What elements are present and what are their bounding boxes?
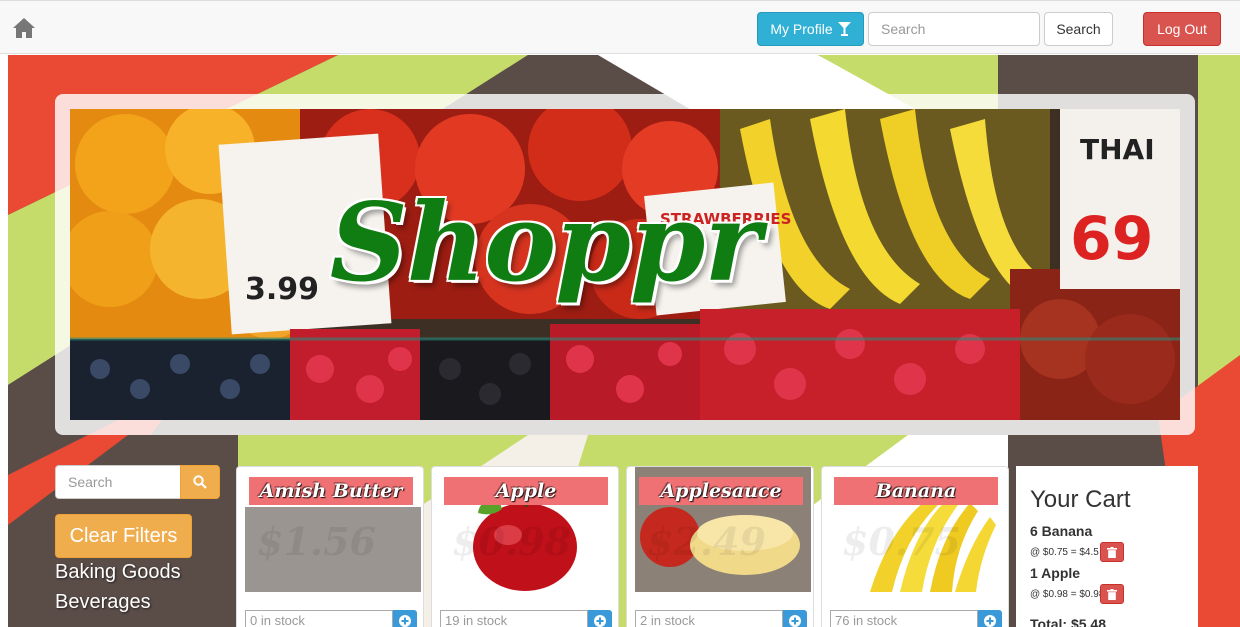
product-name: Banana: [834, 477, 998, 505]
cart-total: Total: $5.48: [1030, 616, 1106, 627]
add-to-cart-button[interactable]: [393, 610, 417, 627]
cart-item-label: 6 Banana: [1030, 523, 1093, 539]
category-baking-goods[interactable]: Baking Goods: [55, 561, 181, 584]
remove-item-button[interactable]: [1100, 584, 1124, 604]
cart-title: Your Cart: [1030, 486, 1131, 513]
stock-count: 2 in stock: [635, 610, 783, 627]
home-icon[interactable]: [12, 17, 36, 39]
logout-button[interactable]: Log Out: [1143, 12, 1221, 46]
product-name: Applesauce: [639, 477, 803, 505]
remove-item-button[interactable]: [1100, 542, 1124, 562]
nav-search-input[interactable]: [868, 12, 1040, 46]
product-price: $1.56: [257, 519, 376, 564]
stock-count: 76 in stock: [830, 610, 978, 627]
product-price: $2.49: [647, 519, 766, 564]
filter-search-button[interactable]: [180, 465, 220, 499]
svg-text:69: 69: [1070, 204, 1154, 274]
nav-search-button[interactable]: Search: [1044, 12, 1113, 46]
hero-title: Shoppr: [329, 180, 761, 306]
clear-filters-label: Clear Filters: [69, 524, 178, 547]
filter-search-input[interactable]: [55, 465, 181, 499]
plus-circle-icon: [789, 615, 801, 627]
add-to-cart-button[interactable]: [783, 610, 807, 627]
svg-text:THAI: THAI: [1080, 133, 1155, 166]
my-profile-button[interactable]: My Profile: [757, 12, 864, 46]
plus-circle-icon: [399, 615, 411, 627]
cart-panel: Your Cart 6 Banana @ $0.75 = $4.5 1 Appl…: [1016, 466, 1198, 627]
plus-circle-icon: [984, 615, 996, 627]
stock-count: 0 in stock: [245, 610, 393, 627]
cart-item-price: @ $0.75 = $4.5: [1030, 547, 1099, 558]
trash-icon: [1107, 546, 1117, 558]
clear-filters-button[interactable]: Clear Filters: [55, 514, 192, 558]
product-card-banana[interactable]: $0.75 Banana 76 in stock: [821, 466, 1009, 627]
nav-search-button-label: Search: [1056, 21, 1101, 37]
product-card-applesauce[interactable]: $2.49 Applesauce 2 in stock: [626, 466, 814, 627]
search-icon: [193, 475, 207, 489]
cart-item-label: 1 Apple: [1030, 565, 1081, 581]
product-card-apple[interactable]: $0.98 Apple 19 in stock: [431, 466, 619, 627]
top-navbar: My Profile Search Log Out: [0, 0, 1240, 54]
product-price: $0.75: [842, 519, 961, 564]
add-to-cart-button[interactable]: [978, 610, 1002, 627]
cart-item-price: @ $0.98 = $0.98: [1030, 589, 1105, 600]
stock-count: 19 in stock: [440, 610, 588, 627]
product-card-amish-butter[interactable]: $1.56 Amish Butter 0 in stock: [236, 466, 424, 627]
product-name: Amish Butter: [249, 477, 413, 505]
product-name: Apple: [444, 477, 608, 505]
trash-icon: [1107, 588, 1117, 600]
my-profile-label: My Profile: [770, 21, 833, 37]
plus-circle-icon: [594, 615, 606, 627]
add-to-cart-button[interactable]: [588, 610, 612, 627]
category-beverages[interactable]: Beverages: [55, 591, 151, 614]
product-price: $0.98: [452, 519, 571, 564]
cocktail-glass-icon: [837, 22, 851, 36]
logout-label: Log Out: [1157, 21, 1207, 37]
